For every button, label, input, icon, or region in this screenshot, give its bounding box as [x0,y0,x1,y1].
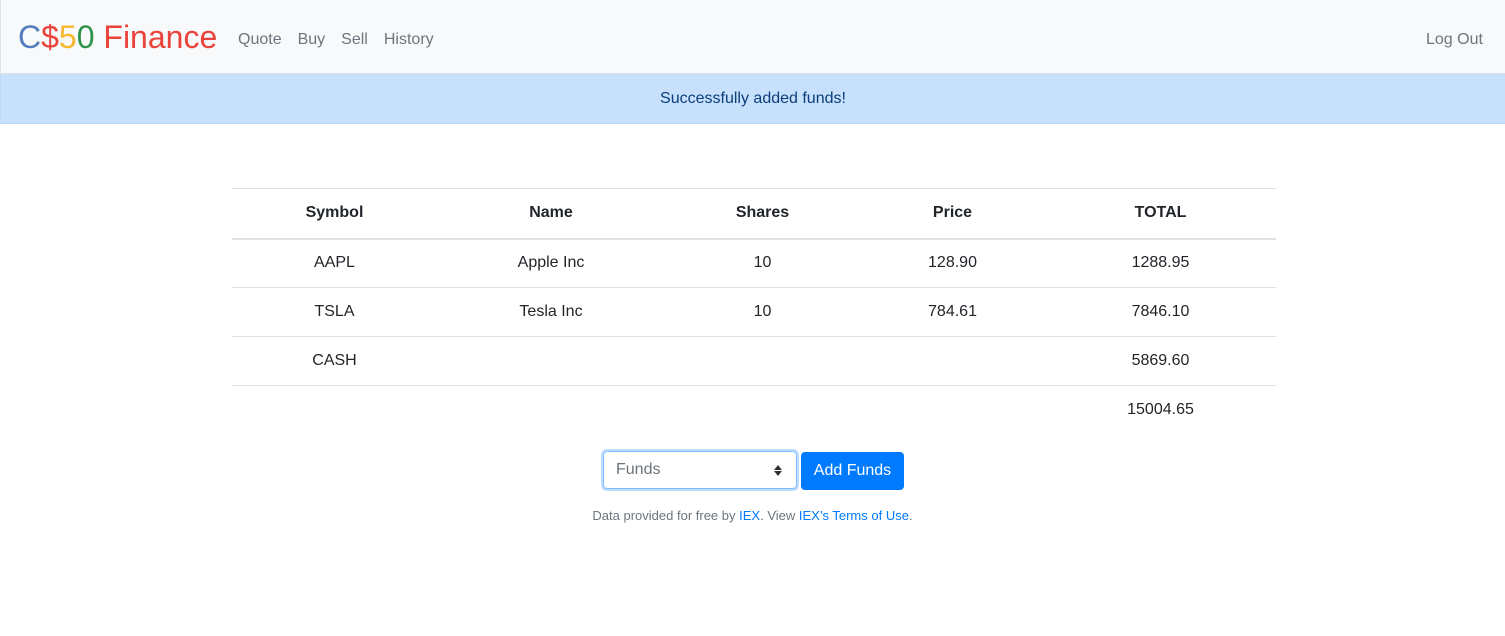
add-funds-form: Funds Add Funds [603,450,904,490]
table-row: CASH 5869.60 [232,336,1276,386]
cell-total: 1288.95 [1131,254,1190,272]
header-total: TOTAL [1045,188,1276,240]
cell-symbol: TSLA [232,287,437,337]
nav-link-sell[interactable]: Sell [341,29,368,51]
cell-name: Apple Inc [517,254,585,272]
funds-placeholder: Funds [616,461,661,478]
header-shares: Shares [665,188,860,240]
header-price: Price [860,188,1045,240]
table-row: TSLA Tesla Inc 10 784.61 7846.10 [232,287,1276,337]
success-alert: Successfully added funds! [0,74,1505,124]
cell-price: 128.90 [928,254,977,272]
cell-shares: 10 [753,254,772,272]
brand-logo[interactable]: C$50 Finance [18,18,217,56]
brand-word-finance: Finance [94,19,218,55]
cell-total: 5869.60 [1045,336,1276,386]
nav-links: Quote Buy Sell History [238,29,450,51]
holdings-table: Symbol Name Shares Price TOTAL AAPL Appl… [232,188,1276,435]
grand-total: 15004.65 [1045,385,1276,435]
footer-cell [232,385,437,435]
cell-name: Tesla Inc [437,287,665,337]
nav-link-quote[interactable]: Quote [238,29,282,51]
alert-message: Successfully added funds! [660,90,846,107]
table-row: AAPL Apple Inc 10 128.90 1288.95 [232,239,1276,288]
header-symbol: Symbol [232,188,437,240]
cell-symbol: AAPL [314,254,355,272]
cell-symbol: CASH [232,336,437,386]
stepper-up-icon[interactable] [774,464,782,470]
cell-shares [665,336,860,386]
cell-name [437,336,665,386]
stepper-down-icon[interactable] [774,470,782,476]
funds-input[interactable]: Funds [603,451,797,489]
footer-middle: . View [760,508,799,523]
brand-letter-0: 0 [76,19,95,55]
cell-shares: 10 [665,287,860,337]
brand-letter-c: C [18,19,42,55]
iex-terms-link[interactable]: IEX’s Terms of Use [799,508,909,523]
number-stepper-icon[interactable] [772,464,784,476]
table-header-row: Symbol Name Shares Price TOTAL [232,188,1276,240]
cell-price [860,336,1045,386]
navbar: C$50 Finance Quote Buy Sell History Log … [0,0,1505,74]
iex-link[interactable]: IEX [739,508,760,523]
footer-cell [860,385,1045,435]
nav-link-history[interactable]: History [384,29,434,51]
footer-attribution: Data provided for free by IEX. View IEX’… [0,507,1505,525]
brand-letter-5: 5 [58,19,77,55]
nav-link-logout[interactable]: Log Out [1426,29,1483,51]
footer-suffix: . [908,508,913,523]
nav-link-buy[interactable]: Buy [298,29,326,51]
add-funds-button[interactable]: Add Funds [801,452,904,490]
footer-cell [665,385,860,435]
footer-prefix: Data provided for free by [592,508,740,523]
table-footer-row: 15004.65 [232,385,1276,435]
footer-cell [437,385,665,435]
header-name: Name [437,188,665,240]
brand-letter-dollar: $ [41,19,59,55]
cell-total: 7846.10 [1045,287,1276,337]
cell-price: 784.61 [860,287,1045,337]
